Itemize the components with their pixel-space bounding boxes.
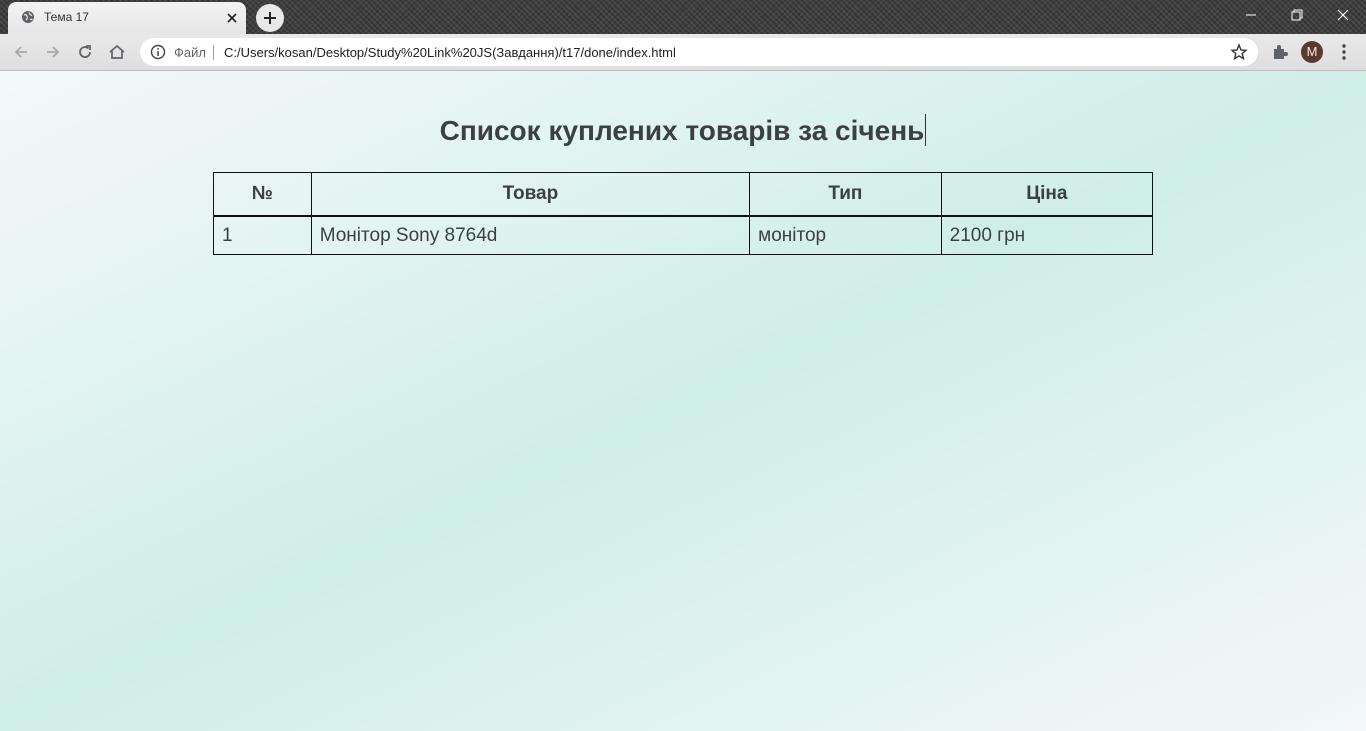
puzzle-icon[interactable] [1270,42,1290,62]
minimize-button[interactable] [1228,0,1274,30]
restore-icon [1291,9,1303,21]
omnibox-divider [213,45,214,60]
tab-title: Тема 17 [44,10,89,24]
new-tab-button[interactable] [256,4,284,32]
page-title: Список куплених товарів за січень [439,115,925,146]
cell-number: 1 [213,215,312,255]
browser-tab[interactable]: Тема 17 [8,2,246,34]
table-header-row: № Товар Тип Ціна [213,172,1154,217]
purchases-table: № Товар Тип Ціна 1 Монітор Sony 8764d мо… [213,172,1154,255]
restore-button[interactable] [1274,0,1320,30]
more-vert-icon[interactable] [1336,42,1352,62]
avatar[interactable]: M [1301,41,1323,63]
close-window-icon [1337,9,1349,21]
arrow-right-icon [47,46,60,58]
column-header-product: Товар [310,172,751,217]
column-header-number: № [213,172,312,217]
minimize-icon [1246,14,1256,16]
home-button[interactable] [105,40,129,64]
close-icon[interactable] [224,10,240,26]
address-bar[interactable]: Файл C:/Users/kosan/Desktop/Study%20Link… [140,38,1258,66]
reload-icon [79,45,91,58]
url-text[interactable]: C:/Users/kosan/Desktop/Study%20Link%20JS… [224,45,676,60]
info-icon[interactable] [150,44,166,60]
plus-icon [264,12,276,24]
column-header-type: Тип [749,172,942,217]
browser-titlebar: Тема 17 [0,0,1366,34]
text-caret [925,114,927,146]
back-button[interactable] [9,40,33,64]
cell-product: Монітор Sony 8764d [310,215,751,255]
reload-button[interactable] [73,40,97,64]
globe-icon [21,10,35,24]
browser-toolbar: Файл C:/Users/kosan/Desktop/Study%20Link… [0,34,1366,71]
cell-price: 2100 грн [940,215,1154,255]
star-icon[interactable] [1230,43,1248,61]
table-row: 1 Монітор Sony 8764d монітор 2100 грн [213,215,1154,255]
column-header-price: Ціна [940,172,1154,217]
close-window-button[interactable] [1320,0,1366,30]
page-title-wrap: Список куплених товарів за січень [0,114,1366,147]
arrow-left-icon [14,46,27,58]
scheme-label: Файл [174,45,206,60]
cell-type: монітор [749,215,942,255]
page-viewport: Список куплених товарів за січень № Това… [0,71,1366,731]
forward-button[interactable] [41,40,65,64]
home-icon [109,44,125,59]
